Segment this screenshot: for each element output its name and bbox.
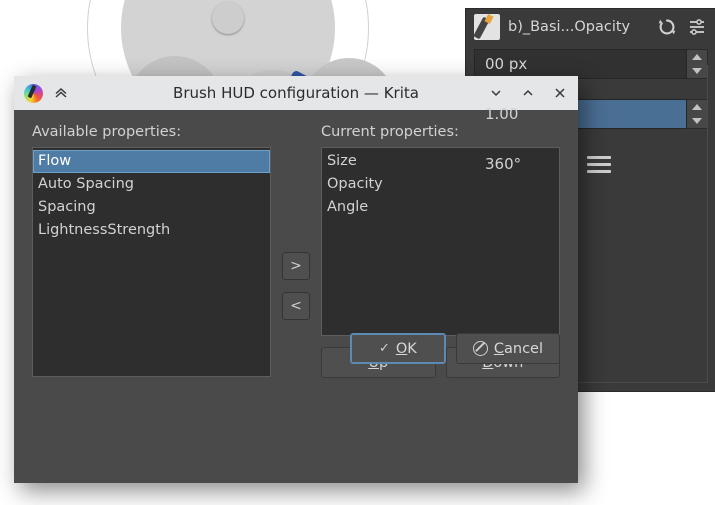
opacity-spinner-up[interactable]	[687, 100, 707, 114]
brush-hud-configuration-dialog: Brush HUD configuration — Krita A	[14, 76, 578, 483]
docker-preset-name: b)_Basi...Opacity	[508, 19, 648, 35]
palette-center-hub[interactable]	[212, 2, 244, 34]
ok-accel: O	[396, 341, 407, 357]
current-properties-label: Current properties:	[321, 124, 560, 140]
opacity-spinner[interactable]	[687, 99, 708, 129]
remove-property-button[interactable]: <	[282, 292, 310, 320]
chevron-down-icon[interactable]	[488, 85, 504, 101]
chevron-up-icon[interactable]	[520, 85, 536, 101]
angle-slider-value: 360°	[475, 155, 521, 173]
opacity-spinner-down[interactable]	[687, 114, 707, 128]
size-slider-value: 00 px	[475, 55, 527, 73]
ok-rest: K	[407, 341, 417, 357]
sliders-settings-icon[interactable]	[686, 16, 708, 38]
titlebar-window-controls	[478, 85, 568, 101]
cancel-button[interactable]: Cancel	[456, 333, 560, 364]
brush-preset-icon[interactable]	[474, 14, 500, 40]
list-item[interactable]: Opacity	[322, 173, 559, 196]
chevron-double-up-icon[interactable]	[53, 85, 69, 101]
transfer-buttons: > <	[271, 124, 321, 378]
list-item[interactable]: Size	[322, 150, 559, 173]
krita-logo-icon	[24, 84, 43, 103]
docker-body: 00 px 1.00	[466, 45, 715, 179]
list-item[interactable]: Auto Spacing	[33, 173, 270, 196]
list-item[interactable]: Spacing	[33, 196, 270, 219]
ban-icon	[473, 341, 488, 356]
opacity-slider-value: 1.00	[475, 105, 518, 123]
add-property-button[interactable]: >	[282, 252, 310, 280]
reload-icon[interactable]	[656, 16, 678, 38]
cancel-accel: C	[494, 341, 504, 357]
available-properties-column: Available properties: Flow Auto Spacing …	[32, 124, 271, 378]
dialog-body: Available properties: Flow Auto Spacing …	[14, 110, 578, 378]
dialog-footer: ✓ OK Cancel	[350, 333, 560, 364]
check-icon: ✓	[379, 341, 390, 356]
list-item[interactable]: LightnessStrength	[33, 219, 270, 242]
size-spinner-up[interactable]	[687, 50, 707, 64]
titlebar-left-icons	[24, 84, 114, 103]
hamburger-menu-icon[interactable]	[587, 156, 611, 173]
list-item[interactable]: Angle	[322, 196, 559, 219]
available-properties-list[interactable]: Flow Auto Spacing Spacing LightnessStren…	[32, 147, 271, 377]
available-properties-label: Available properties:	[32, 124, 271, 140]
size-spinner-down[interactable]	[687, 64, 707, 78]
close-icon[interactable]	[552, 85, 568, 101]
dialog-title: Brush HUD configuration — Krita	[114, 84, 478, 102]
docker-header: b)_Basi...Opacity	[466, 9, 715, 45]
ok-button[interactable]: ✓ OK	[350, 333, 446, 364]
current-properties-list[interactable]: Size Opacity Angle	[321, 147, 560, 336]
size-spinner[interactable]	[687, 49, 708, 79]
list-item[interactable]: Flow	[33, 150, 270, 173]
size-slider-row[interactable]: 00 px	[474, 49, 708, 79]
cancel-rest: ancel	[504, 341, 543, 357]
size-slider[interactable]: 00 px	[474, 49, 687, 79]
